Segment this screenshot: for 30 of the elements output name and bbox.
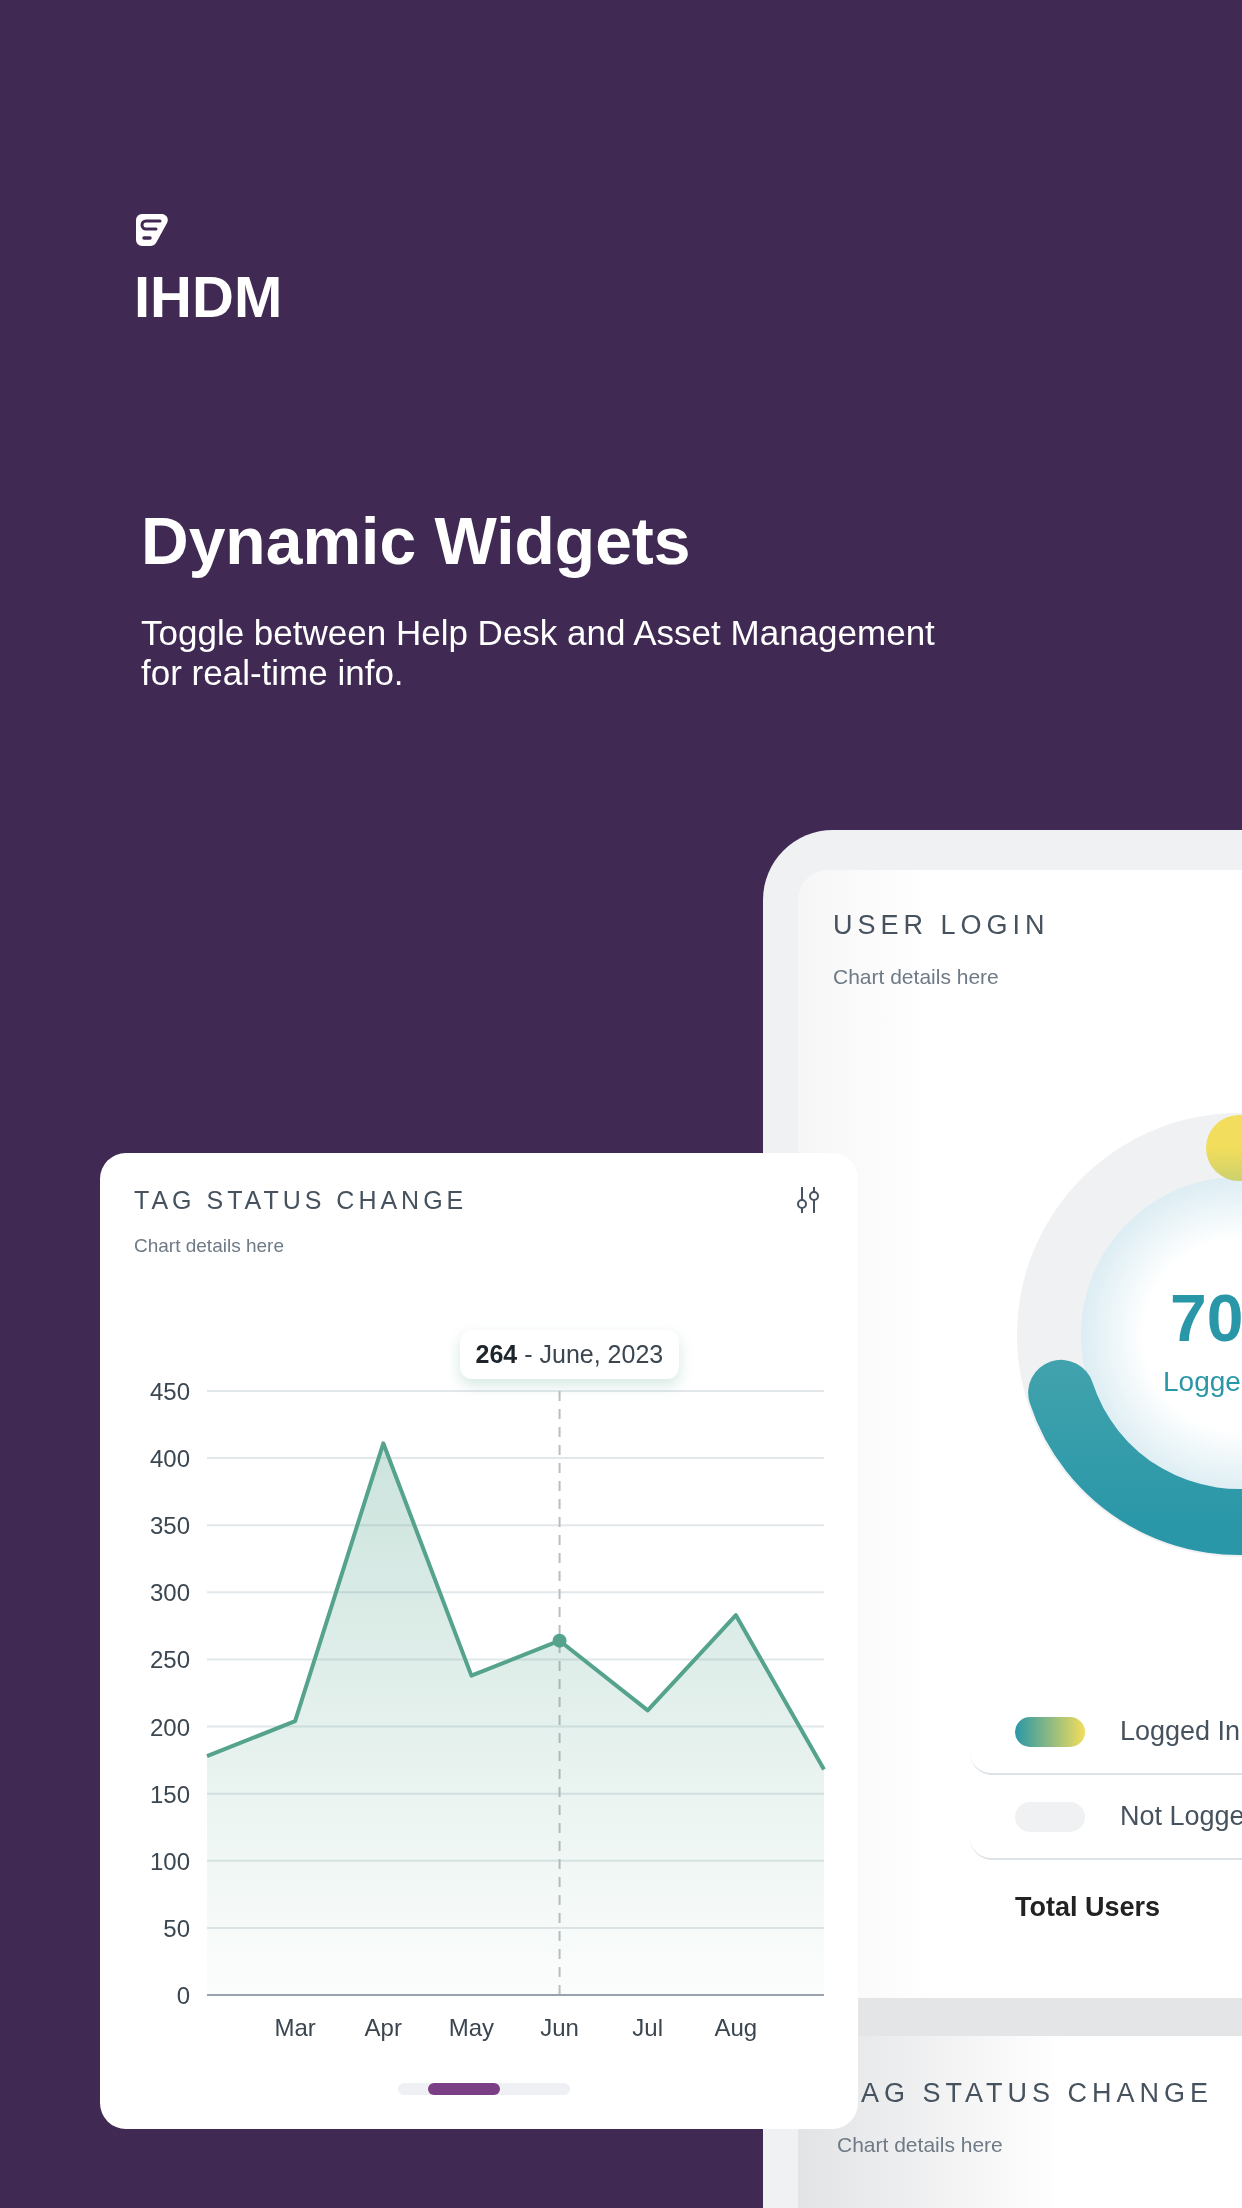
gauge-label: Logge — [1163, 1366, 1241, 1397]
y-axis-label: 50 — [163, 1914, 190, 1942]
brand-name: IHDM — [134, 268, 284, 326]
y-axis-label: 200 — [149, 1713, 190, 1741]
y-axis-label: 400 — [149, 1445, 190, 1473]
y-axis-label: 0 — [176, 1982, 190, 2009]
x-axis-label: Jun — [540, 2014, 579, 2041]
y-axis-label: 150 — [149, 1780, 190, 1808]
x-axis-label: Aug — [714, 2014, 758, 2041]
x-axis-label: Jul — [632, 2014, 664, 2041]
gauge-value: 70 — [1170, 1281, 1242, 1355]
y-axis-label: 350 — [149, 1512, 190, 1540]
legend-label: Logged In — [1120, 1716, 1241, 1747]
headline: Dynamic Widgets — [141, 503, 692, 580]
card-subtitle: Chart details here — [837, 2132, 1004, 2158]
y-axis-label: 450 — [149, 1378, 190, 1405]
chart-tooltip: 264 - June, 2023 — [459, 1330, 680, 1379]
card-subtitle: Chart details here — [833, 964, 1000, 990]
y-axis-label: 300 — [149, 1579, 190, 1607]
subtitle: Toggle between Help Desk and Asset Management for real-time info. — [141, 613, 936, 693]
card-title: TAG STATUS CHANGE — [134, 1185, 468, 1216]
y-axis-label: 100 — [149, 1847, 190, 1875]
x-axis-label: Mar — [274, 2014, 316, 2041]
x-axis-label: May — [448, 2014, 495, 2041]
x-axis-label: Apr — [364, 2014, 402, 2041]
card-title: AG STATUS CHANGE — [861, 2077, 1215, 2110]
y-axis-label: 250 — [149, 1646, 190, 1674]
total-users-label: Total Users — [1015, 1891, 1162, 1924]
card-subtitle: Chart details here — [134, 1234, 285, 1258]
card-title: USER LOGIN — [833, 909, 1051, 942]
